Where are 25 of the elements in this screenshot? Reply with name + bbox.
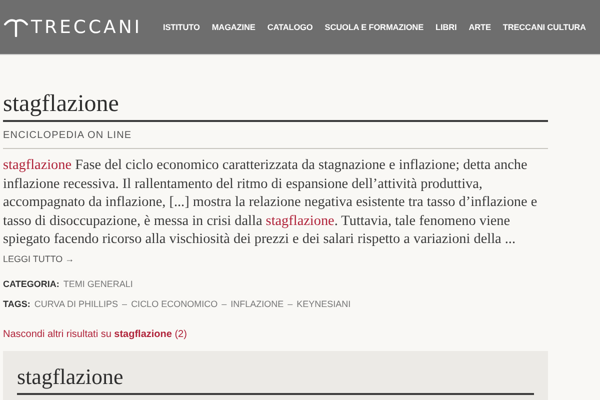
category-link[interactable]: TEMI GENERALI: [63, 278, 133, 289]
tag-separator: –: [222, 298, 227, 309]
tags-label: TAGS:: [3, 298, 30, 309]
read-more-link[interactable]: LEGGI TUTTO →: [3, 254, 74, 264]
nav-link[interactable]: ISTITUTO: [163, 22, 200, 32]
category-label: CATEGORIA:: [3, 278, 60, 289]
logo-text[interactable]: TRECCANI: [31, 19, 142, 37]
nav-link[interactable]: CATALOGO: [267, 22, 313, 32]
nav-link[interactable]: ARTE: [468, 22, 491, 32]
tag-link[interactable]: CURVA DI PHILLIPS: [34, 298, 118, 309]
logo-icon: [3, 17, 29, 37]
result-title[interactable]: stagflazione: [3, 91, 548, 122]
result-excerpt: stagflazione Fase del ciclo economico caratterizzata da stagnazione e inflazione; detta anche inflazione recessiva. Il rallentamento del ritmo di espansione dell’attività produttiva, accompagnato da inflazione, [...] mostra la relazione negativa esistente tra tasso d’inflazione e tasso di disoccupazione, è messa in crisi dalla stagflazione. Tuttavia, tale fenomeno viene spiegato facendo ricorso alla vischiosità dei prezzi e dei salari rispetto a variazioni della ...: [3, 156, 538, 249]
nav-link[interactable]: MAGAZINE: [212, 22, 256, 32]
source-label: ENCICLOPEDIA ON LINE: [3, 122, 548, 149]
nav-link[interactable]: LIBRI: [436, 22, 457, 32]
nav-link[interactable]: SCUOLA E FORMAZIONE: [324, 22, 424, 32]
tag-link[interactable]: CICLO ECONOMICO: [131, 298, 218, 309]
tag-link[interactable]: INFLAZIONE: [230, 298, 284, 309]
nav-link[interactable]: TRECCANI CULTURA: [502, 22, 586, 32]
tag-separator: –: [288, 298, 293, 309]
result-title[interactable]: stagflazione: [17, 364, 534, 395]
tag-separator: –: [122, 298, 128, 309]
hide-results-link[interactable]: Nascondi altri risultati su stagflazione (2): [3, 328, 187, 340]
tag-link[interactable]: KEYNESIANI: [296, 298, 351, 309]
